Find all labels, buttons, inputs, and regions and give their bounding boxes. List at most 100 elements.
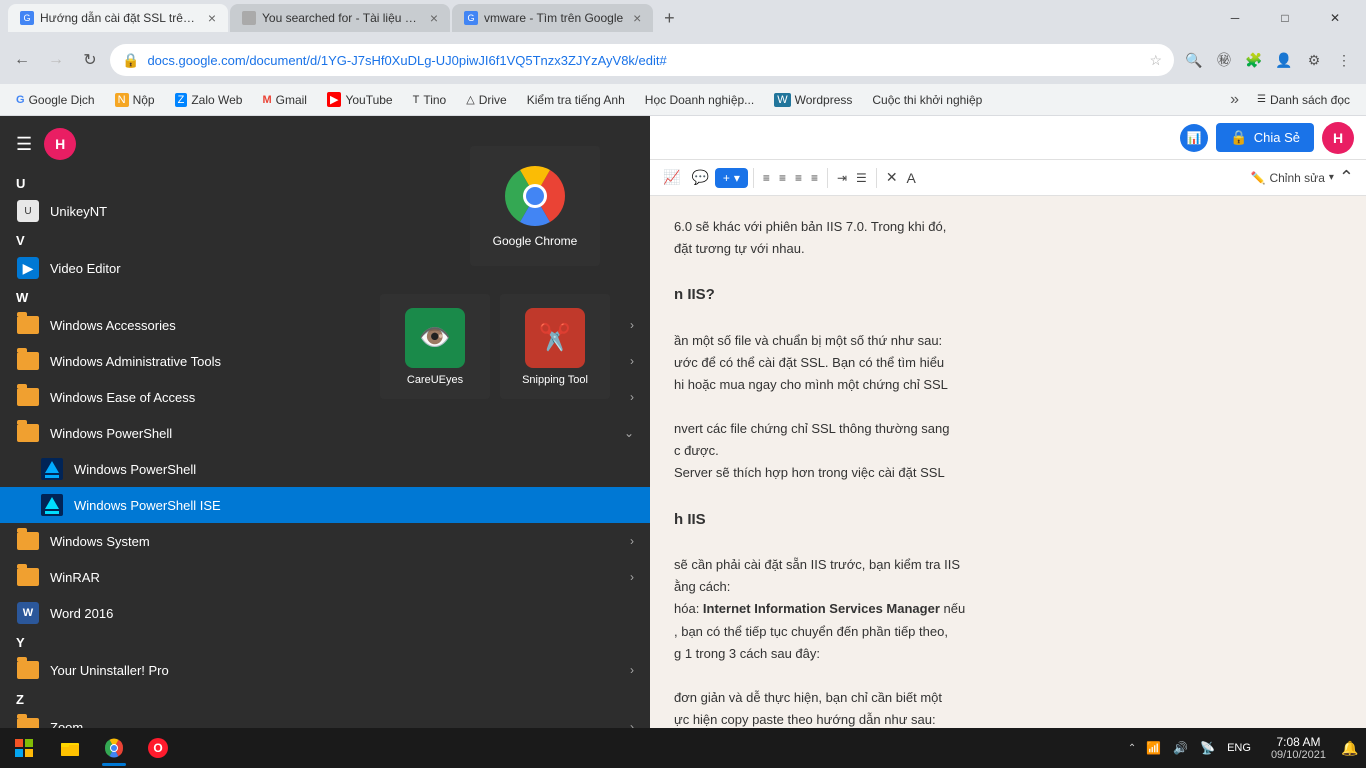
lens-icon[interactable]: 🔍	[1180, 46, 1208, 74]
start-button[interactable]	[0, 728, 48, 768]
forward-button[interactable]: →	[42, 46, 70, 74]
menu-icon[interactable]: ⋮	[1330, 46, 1358, 74]
bookmark-kiemtra[interactable]: Kiểm tra tiếng Anh	[519, 91, 633, 109]
edit-mode-selector[interactable]: ✏️ Chỉnh sửa ▾	[1251, 171, 1334, 185]
tino-favicon: T	[413, 94, 420, 106]
bookmark-label: Drive	[479, 93, 507, 107]
menu-item-win-powershell-folder[interactable]: Windows PowerShell ⌄	[0, 415, 650, 451]
tab-2-close[interactable]: ×	[430, 10, 438, 26]
toolbar-align-right[interactable]: ≡	[791, 168, 806, 188]
doc-toolbar: 📈 💬 + ▾ ≡ ≡ ≡ ≡ ⇥ ☰ ✕ A ✏️ Chỉnh sửa ▾ ⌃	[650, 160, 1366, 196]
danhsach-icon: ☰	[1257, 94, 1266, 105]
winrar-icon	[16, 565, 40, 589]
toolbar-clear-format[interactable]: ✕	[882, 166, 902, 189]
tray-network-icon[interactable]: 📶	[1142, 739, 1165, 757]
bookmark-wordpress[interactable]: W Wordpress	[766, 91, 860, 109]
doc-line-9: sẽ cần phải cài đặt sẵn IIS trước, bạn k…	[674, 554, 1342, 576]
bookmark-tino[interactable]: T Tino	[405, 91, 455, 109]
menu-item-win-powershell[interactable]: Windows PowerShell	[0, 451, 650, 487]
doc-header: 📊 🔒 Chia Sẻ H	[650, 116, 1366, 160]
extension-icon-1[interactable]: 🧩	[1240, 46, 1268, 74]
doc-user-icon[interactable]: 📊	[1180, 124, 1208, 152]
toolbar-comment-icon[interactable]: 💬	[686, 166, 713, 189]
notification-button[interactable]: 🔔	[1334, 728, 1366, 768]
doc-heading-2: h IIS	[674, 507, 1342, 533]
your-uninstaller-label: Your Uninstaller! Pro	[50, 663, 620, 678]
bookmark-label: YouTube	[345, 93, 392, 107]
toolbar-add-button[interactable]: + ▾	[715, 168, 748, 188]
menu-item-word[interactable]: W Word 2016	[0, 595, 650, 631]
minimize-button[interactable]: ─	[1212, 0, 1258, 36]
tab-2-title: You searched for - Tài liệu hướng...	[262, 11, 420, 25]
pinned-chrome[interactable]: Google Chrome	[470, 146, 600, 266]
menu-item-win-powershell-ise[interactable]: Windows PowerShell ISE	[0, 487, 650, 523]
windows-logo-icon	[15, 739, 33, 757]
tab-2[interactable]: You searched for - Tài liệu hướng... ×	[230, 4, 450, 32]
user-avatar[interactable]: H	[44, 128, 76, 160]
bookmark-danhsach[interactable]: ☰ Danh sách đọc	[1249, 91, 1358, 109]
menu-item-your-uninstaller[interactable]: Your Uninstaller! Pro ›	[0, 652, 650, 688]
toolbar-list[interactable]: ☰	[852, 168, 871, 188]
toolbar-chart-icon[interactable]: 📈	[658, 166, 685, 189]
share-button[interactable]: 🔒 Chia Sẻ	[1216, 123, 1314, 152]
bookmark-nop[interactable]: N Nộp	[107, 91, 163, 109]
toolbar-align-left[interactable]: ≡	[759, 168, 774, 188]
tray-wifi-icon[interactable]: 📡	[1196, 739, 1219, 757]
win-admin-tools-icon	[16, 349, 40, 373]
bookmark-youtube[interactable]: ▶ YouTube	[319, 90, 401, 109]
win-ease-access-icon	[16, 385, 40, 409]
bookmark-google-dich[interactable]: G Google Dịch	[8, 91, 103, 109]
profile-icon[interactable]: 👤	[1270, 46, 1298, 74]
chrome-taskbar-icon	[104, 738, 124, 758]
new-tab-button[interactable]: +	[655, 4, 683, 32]
bookmarks-more-button[interactable]: »	[1224, 89, 1245, 111]
win-ps-folder-label: Windows PowerShell	[50, 426, 614, 441]
extensions-icon[interactable]: ⚙	[1300, 46, 1328, 74]
snipping-label: Snipping Tool	[522, 374, 588, 386]
collapse-button[interactable]: ⌃	[1335, 167, 1358, 188]
menu-item-win-system[interactable]: Windows System ›	[0, 523, 650, 559]
url-bar[interactable]: 🔒 docs.google.com/document/d/1YG-J7sHf0X…	[110, 44, 1174, 76]
reload-button[interactable]: ↻	[76, 46, 104, 74]
star-icon[interactable]: ☆	[1149, 52, 1162, 69]
doc-line-4: ước để có thể cài đặt SSL. Bạn có thể tì…	[674, 352, 1342, 374]
bookmark-drive[interactable]: △ Drive	[458, 91, 514, 109]
win-ps-label: Windows PowerShell	[74, 462, 634, 477]
menu-item-winrar[interactable]: WinRAR ›	[0, 559, 650, 595]
toolbar-format-icon[interactable]: A	[903, 167, 920, 189]
pinned-snipping[interactable]: ✂️ Snipping Tool	[500, 294, 610, 399]
taskbar-opera[interactable]: O	[136, 728, 180, 768]
tray-expand-button[interactable]: ⌃	[1126, 741, 1138, 756]
taskbar-file-explorer[interactable]	[48, 728, 92, 768]
close-button[interactable]: ✕	[1312, 0, 1358, 36]
tab-3-close[interactable]: ×	[633, 10, 641, 26]
toolbar-icons: 🔍 ㊙ 🧩 👤 ⚙ ⋮	[1180, 46, 1358, 74]
tab-1[interactable]: G Hướng dẫn cài đặt SSL trên IIS &... ×	[8, 4, 228, 32]
language-indicator[interactable]: ENG	[1223, 742, 1255, 754]
edit-mode-arrow: ▾	[1329, 172, 1334, 183]
toolbar-align-justify[interactable]: ≡	[807, 168, 822, 188]
user-profile-icon[interactable]: H	[1322, 122, 1354, 154]
toolbar-indent[interactable]: ⇥	[833, 168, 851, 188]
bookmark-gmail[interactable]: M Gmail	[254, 91, 315, 109]
maximize-button[interactable]: □	[1262, 0, 1308, 36]
bookmark-hoc[interactable]: Học Doanh nghiệp...	[637, 91, 762, 109]
back-button[interactable]: ←	[8, 46, 36, 74]
toolbar-divider2	[827, 168, 828, 188]
tab-1-close[interactable]: ×	[208, 10, 216, 26]
toolbar-divider	[753, 168, 754, 188]
clock-time: 7:08 AM	[1276, 735, 1320, 749]
hamburger-icon[interactable]: ☰	[16, 134, 32, 155]
clock[interactable]: 7:08 AM 09/10/2021	[1263, 735, 1334, 761]
pinned-careueyes[interactable]: 👁️ CareUEyes	[380, 294, 490, 399]
tab-3[interactable]: G vmware - Tìm trên Google ×	[452, 4, 653, 32]
doc-line-7: c được.	[674, 440, 1342, 462]
toolbar-align-center[interactable]: ≡	[775, 168, 790, 188]
tray-volume-icon[interactable]: 🔊	[1169, 739, 1192, 757]
bookmark-zalo[interactable]: Z Zalo Web	[167, 91, 251, 109]
taskbar-chrome[interactable]	[92, 728, 136, 768]
doc-line-1: 6.0 sẽ khác với phiên bản IIS 7.0. Trong…	[674, 216, 1342, 238]
doc-line-2: đặt tương tự với nhau.	[674, 238, 1342, 260]
translate-icon[interactable]: ㊙	[1210, 46, 1238, 74]
bookmark-cuocchi[interactable]: Cuộc thi khởi nghiệp	[864, 91, 990, 109]
